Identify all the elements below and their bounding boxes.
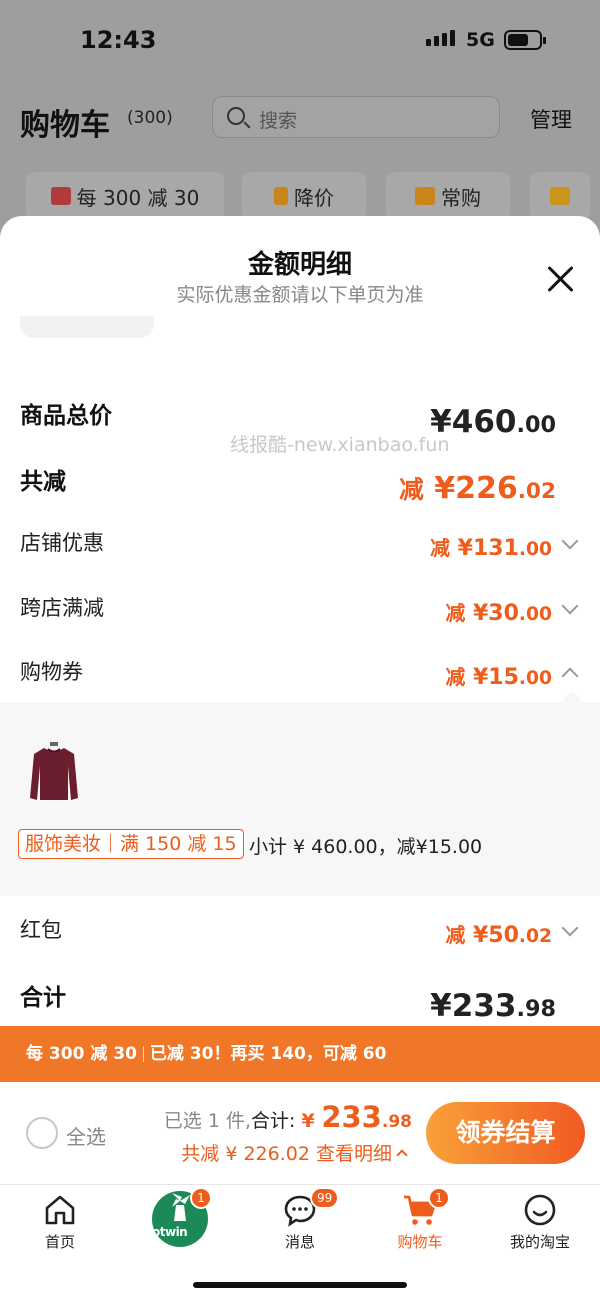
row-red-packet[interactable]: 红包 减 ¥50.02 (20, 914, 580, 954)
checkout-button[interactable]: 领券结算 (426, 1102, 585, 1164)
row-value: 减 ¥226.02 (399, 471, 556, 506)
chevron-up-icon (561, 667, 579, 685)
messages-badge: 99 (310, 1187, 340, 1209)
caret-up-icon (396, 1149, 408, 1161)
row-cross-shop[interactable]: 跨店满减 减 ¥30.00 (20, 592, 580, 632)
checkout-summary: 已选 1 件,合计: ¥ 233.98 (163, 1100, 412, 1134)
row-voucher[interactable]: 购物券 减 ¥15.00 (20, 656, 580, 696)
select-all-label[interactable]: 全选 (66, 1121, 106, 1150)
cart-icon (415, 187, 435, 205)
chevron-down-icon (561, 919, 579, 937)
row-value: 减 ¥131.00 (430, 536, 552, 561)
watermark: 线报酷-new.xianbao.fun (230, 434, 450, 456)
home-icon (45, 1195, 75, 1225)
chip-folder[interactable] (530, 172, 590, 220)
search-icon (227, 107, 245, 125)
row-label: 商品总价 (20, 403, 112, 429)
row-label: 购物券 (20, 660, 83, 684)
chevron-down-icon (561, 532, 579, 550)
sheet-title: 金额明细 (247, 250, 352, 280)
voucher-tag: 服饰美妆｜满 150 减 15 (18, 829, 244, 859)
manage-button[interactable]: 管理 (530, 104, 572, 134)
gift-icon (50, 187, 71, 205)
row-value: 减 ¥50.02 (445, 923, 552, 948)
chip-frequent[interactable]: 常购 (386, 172, 510, 220)
profile-smile-icon (524, 1194, 556, 1226)
cart-title: 购物车 (20, 108, 110, 143)
hotwind-logo-text: otwin (152, 1225, 188, 1239)
voucher-subtotal: 小计 ¥ 460.00，减¥15.00 (249, 836, 483, 858)
signal-icon (426, 30, 455, 46)
tab-home[interactable]: 首页 (10, 1193, 110, 1252)
network-type: 5G (466, 29, 495, 51)
tab-label: 消息 (284, 1233, 315, 1251)
row-value: ¥233.98 (430, 988, 556, 1024)
chip-label: 每 300 减 30 (76, 185, 200, 210)
hotwind-badge: 1 (190, 1187, 212, 1209)
row-label: 跨店满减 (20, 596, 104, 620)
chevron-down-icon (561, 597, 579, 615)
promo-part2: 已减 30！再买 140，可减 60 (149, 1044, 387, 1064)
tab-label: 我的淘宝 (509, 1233, 570, 1251)
search-placeholder: 搜索 (259, 110, 298, 132)
chip-price-drop[interactable]: 降价 (242, 172, 366, 220)
status-time: 12:43 (80, 26, 157, 54)
chip-label: 降价 (294, 185, 334, 210)
folder-icon (550, 187, 570, 205)
row-label: 店铺优惠 (20, 531, 104, 555)
view-details-link[interactable]: 共减 ¥ 226.02 查看明细 (181, 1139, 408, 1166)
close-icon[interactable] (546, 264, 576, 294)
search-input[interactable]: 搜索 (212, 96, 500, 138)
row-value: 减 ¥15.00 (445, 665, 552, 690)
tab-cart[interactable]: 购物车 (370, 1193, 470, 1252)
tab-label: 购物车 (397, 1233, 443, 1251)
row-value: 减 ¥30.00 (445, 601, 552, 626)
product-thumbnail[interactable] (30, 740, 78, 804)
row-label: 红包 (20, 918, 62, 942)
tab-my-taobao[interactable]: 我的淘宝 (490, 1193, 590, 1252)
sheet-subtitle: 实际优惠金额请以下单页为准 (176, 284, 424, 306)
row-shop-discount[interactable]: 店铺优惠 减 ¥131.00 (20, 527, 580, 567)
voucher-detail-panel: 服饰美妆｜满 150 减 15 小计 ¥ 460.00，减¥15.00 (0, 702, 600, 896)
row-label: 合计 (20, 985, 66, 1011)
home-indicator (193, 1282, 407, 1288)
row-grand-total: 合计 ¥233.98 (20, 978, 580, 1024)
select-all-radio[interactable] (26, 1117, 58, 1149)
status-bar: 12:43 5G (0, 0, 600, 80)
cart-badge: 1 (428, 1187, 450, 1209)
cart-count: (300) (127, 108, 173, 128)
chip-label: 常购 (441, 185, 481, 210)
dimmed-background: 12:43 5G 购物车 (300) 搜索 管理 每 300 减 30 降价 常… (0, 0, 600, 240)
chip-full-reduction[interactable]: 每 300 减 30 (26, 172, 224, 220)
promo-part1: 每 300 减 30 (26, 1044, 137, 1064)
down-arrow-icon (274, 187, 288, 205)
checkout-bar: 全选 已选 1 件,合计: ¥ 233.98 共减 ¥ 226.02 查看明细 … (0, 1082, 600, 1184)
promo-bar[interactable]: 每 300 减 30 已减 30！再买 140，可减 60 (0, 1026, 600, 1082)
hidden-item-edge (20, 316, 154, 338)
tab-label: 首页 (44, 1233, 75, 1251)
row-label: 共减 (20, 469, 66, 495)
row-total-discount: 共减 减 ¥226.02 (20, 462, 580, 506)
battery-icon (504, 30, 546, 50)
